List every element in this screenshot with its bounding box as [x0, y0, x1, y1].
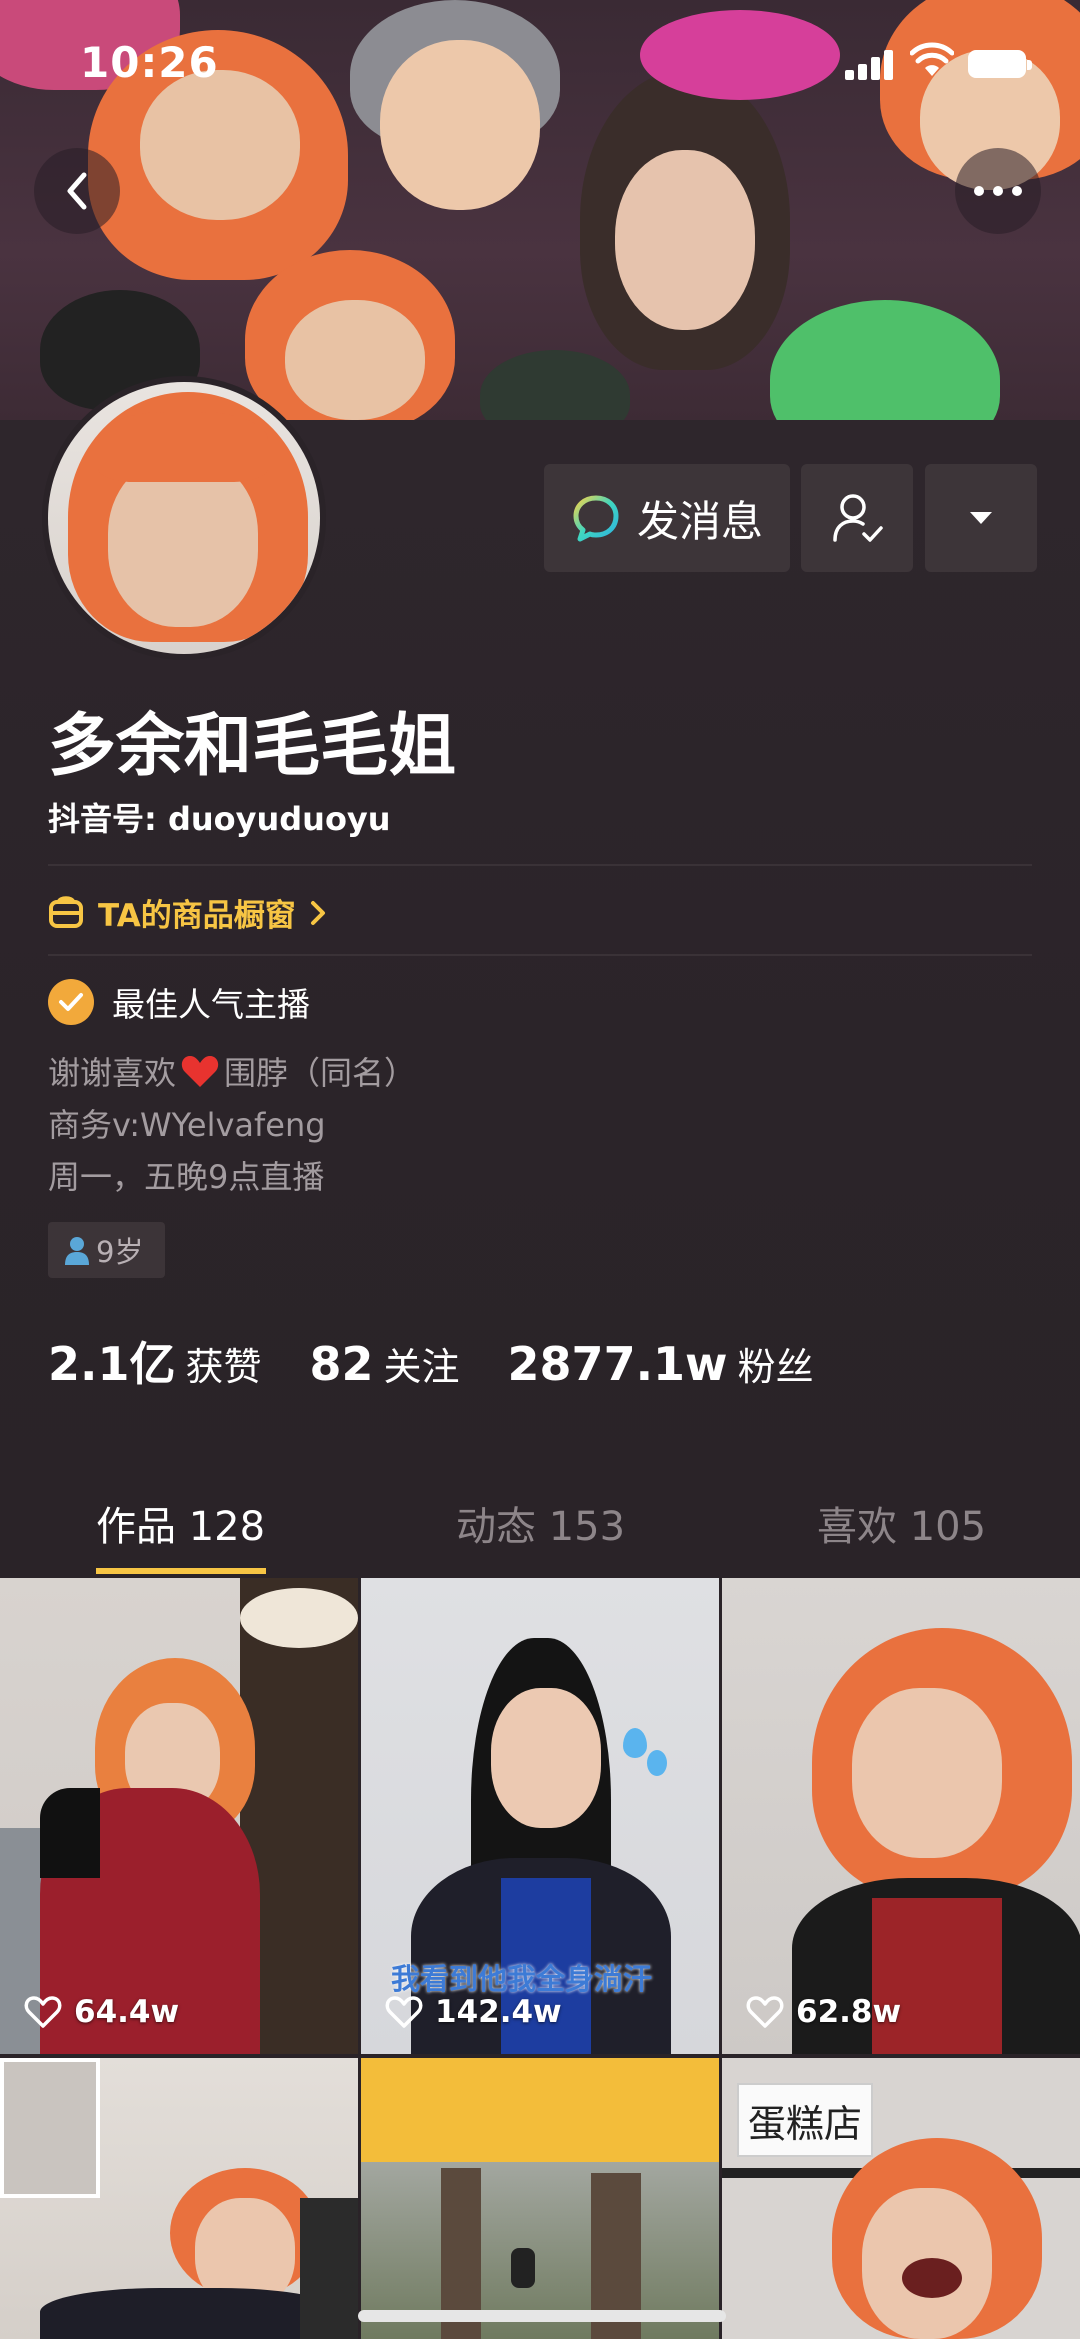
followed-button[interactable]	[801, 464, 913, 572]
back-button[interactable]	[34, 148, 120, 234]
tab-active-indicator	[96, 1568, 266, 1574]
avatar-image	[48, 382, 320, 654]
more-dots-icon	[974, 186, 1022, 196]
like-count-value: 64.4w	[74, 1994, 180, 2030]
person-icon	[65, 1237, 89, 1265]
status-time: 10:26	[80, 38, 219, 87]
battery-icon	[968, 50, 1032, 78]
like-count: 142.4w	[385, 1994, 562, 2030]
signal-icon	[845, 48, 895, 80]
heart-outline-icon	[746, 1996, 784, 2028]
stat-likes-label: 获赞	[185, 1345, 262, 1389]
red-heart-icon	[181, 1056, 219, 1087]
tab-works[interactable]: 作品 128	[96, 1494, 265, 1552]
dropdown-button[interactable]	[925, 464, 1037, 572]
banner-head-10	[770, 300, 1000, 420]
bio-text-1a: 谢谢喜欢	[48, 1054, 177, 1092]
like-count-value: 62.8w	[796, 1994, 902, 2030]
douyin-id: 抖音号: duoyuduoyu	[48, 800, 391, 838]
video-thumbnail[interactable]	[0, 2058, 358, 2339]
divider-top	[48, 864, 1032, 866]
caret-down-icon	[970, 512, 992, 524]
banner-head-9	[480, 350, 630, 420]
content-tabs: 作品 128 动态 153 喜欢 105	[0, 1480, 1080, 1578]
bio-line-1: 谢谢喜欢 围脖（同名）	[48, 1048, 416, 1094]
video-thumbnail[interactable]: 蛋糕店	[722, 2058, 1080, 2339]
home-indicator	[358, 2310, 726, 2322]
video-grid: 64.4w 我看到他我全身淌汗 142.4w 62.8w 蛋糕店	[0, 1578, 1080, 2339]
profile-banner: 10:26	[0, 0, 1080, 420]
stat-likes-value: 2.1亿	[48, 1337, 176, 1391]
shop-icon	[49, 895, 83, 928]
bio-text-1b: 围脖（同名）	[224, 1054, 417, 1092]
stat-followers-value[interactable]: 2877.1w	[508, 1337, 728, 1391]
stats-row: 2.1亿 获赞 82 关注 2877.1w 粉丝	[48, 1328, 862, 1394]
age-tag: 9岁	[48, 1222, 166, 1278]
like-count: 62.8w	[746, 1994, 901, 2030]
video-caption: 我看到他我全身淌汗	[391, 1962, 653, 1996]
avatar[interactable]	[42, 376, 326, 660]
verification-label: 最佳人气主播	[112, 985, 310, 1024]
video-thumbnail[interactable]: 我看到他我全身淌汗 142.4w	[361, 1578, 719, 2054]
heart-outline-icon	[24, 1996, 62, 2028]
send-message-label: 发消息	[636, 496, 763, 546]
bio-line-2: 商务v:WYelvafeng	[48, 1106, 326, 1144]
user-check-icon	[833, 494, 883, 542]
wifi-icon	[910, 42, 954, 76]
verification-row: 最佳人气主播	[48, 978, 310, 1026]
video-thumbnail[interactable]: 62.8w	[722, 1578, 1080, 2054]
shop-window-link[interactable]: TA的商品橱窗	[48, 890, 328, 935]
banner-face-7	[285, 300, 425, 420]
more-button[interactable]	[955, 148, 1041, 234]
bio-line-3: 周一，五晚9点直播	[48, 1158, 325, 1196]
tab-likes[interactable]: 喜欢 105	[817, 1494, 986, 1552]
verified-check-icon	[48, 979, 94, 1025]
heart-outline-icon	[385, 1996, 423, 2028]
video-thumbnail[interactable]: 64.4w	[0, 1578, 358, 2054]
like-count-value: 142.4w	[435, 1994, 562, 2030]
stat-following-label[interactable]: 关注	[384, 1336, 460, 1391]
age-label: 9岁	[96, 1235, 144, 1269]
like-count: 64.4w	[24, 1994, 179, 2030]
chat-bubble-icon	[573, 495, 619, 542]
cake-shop-sign: 蛋糕店	[737, 2083, 873, 2157]
chevron-left-icon	[67, 172, 87, 210]
tab-activity[interactable]: 动态 153	[456, 1494, 625, 1552]
divider-bottom	[48, 954, 1032, 956]
stat-following-value[interactable]: 82	[310, 1337, 374, 1391]
profile-name: 多余和毛毛姐	[48, 707, 457, 786]
status-bar: 10:26	[0, 0, 1080, 132]
stat-followers-label[interactable]: 粉丝	[738, 1336, 814, 1391]
shop-window-label: TA的商品橱窗	[98, 898, 296, 934]
banner-face-4	[615, 150, 755, 330]
video-thumbnail[interactable]	[361, 2058, 719, 2339]
send-message-button[interactable]: 发消息	[544, 464, 790, 572]
chevron-right-icon	[310, 900, 325, 925]
